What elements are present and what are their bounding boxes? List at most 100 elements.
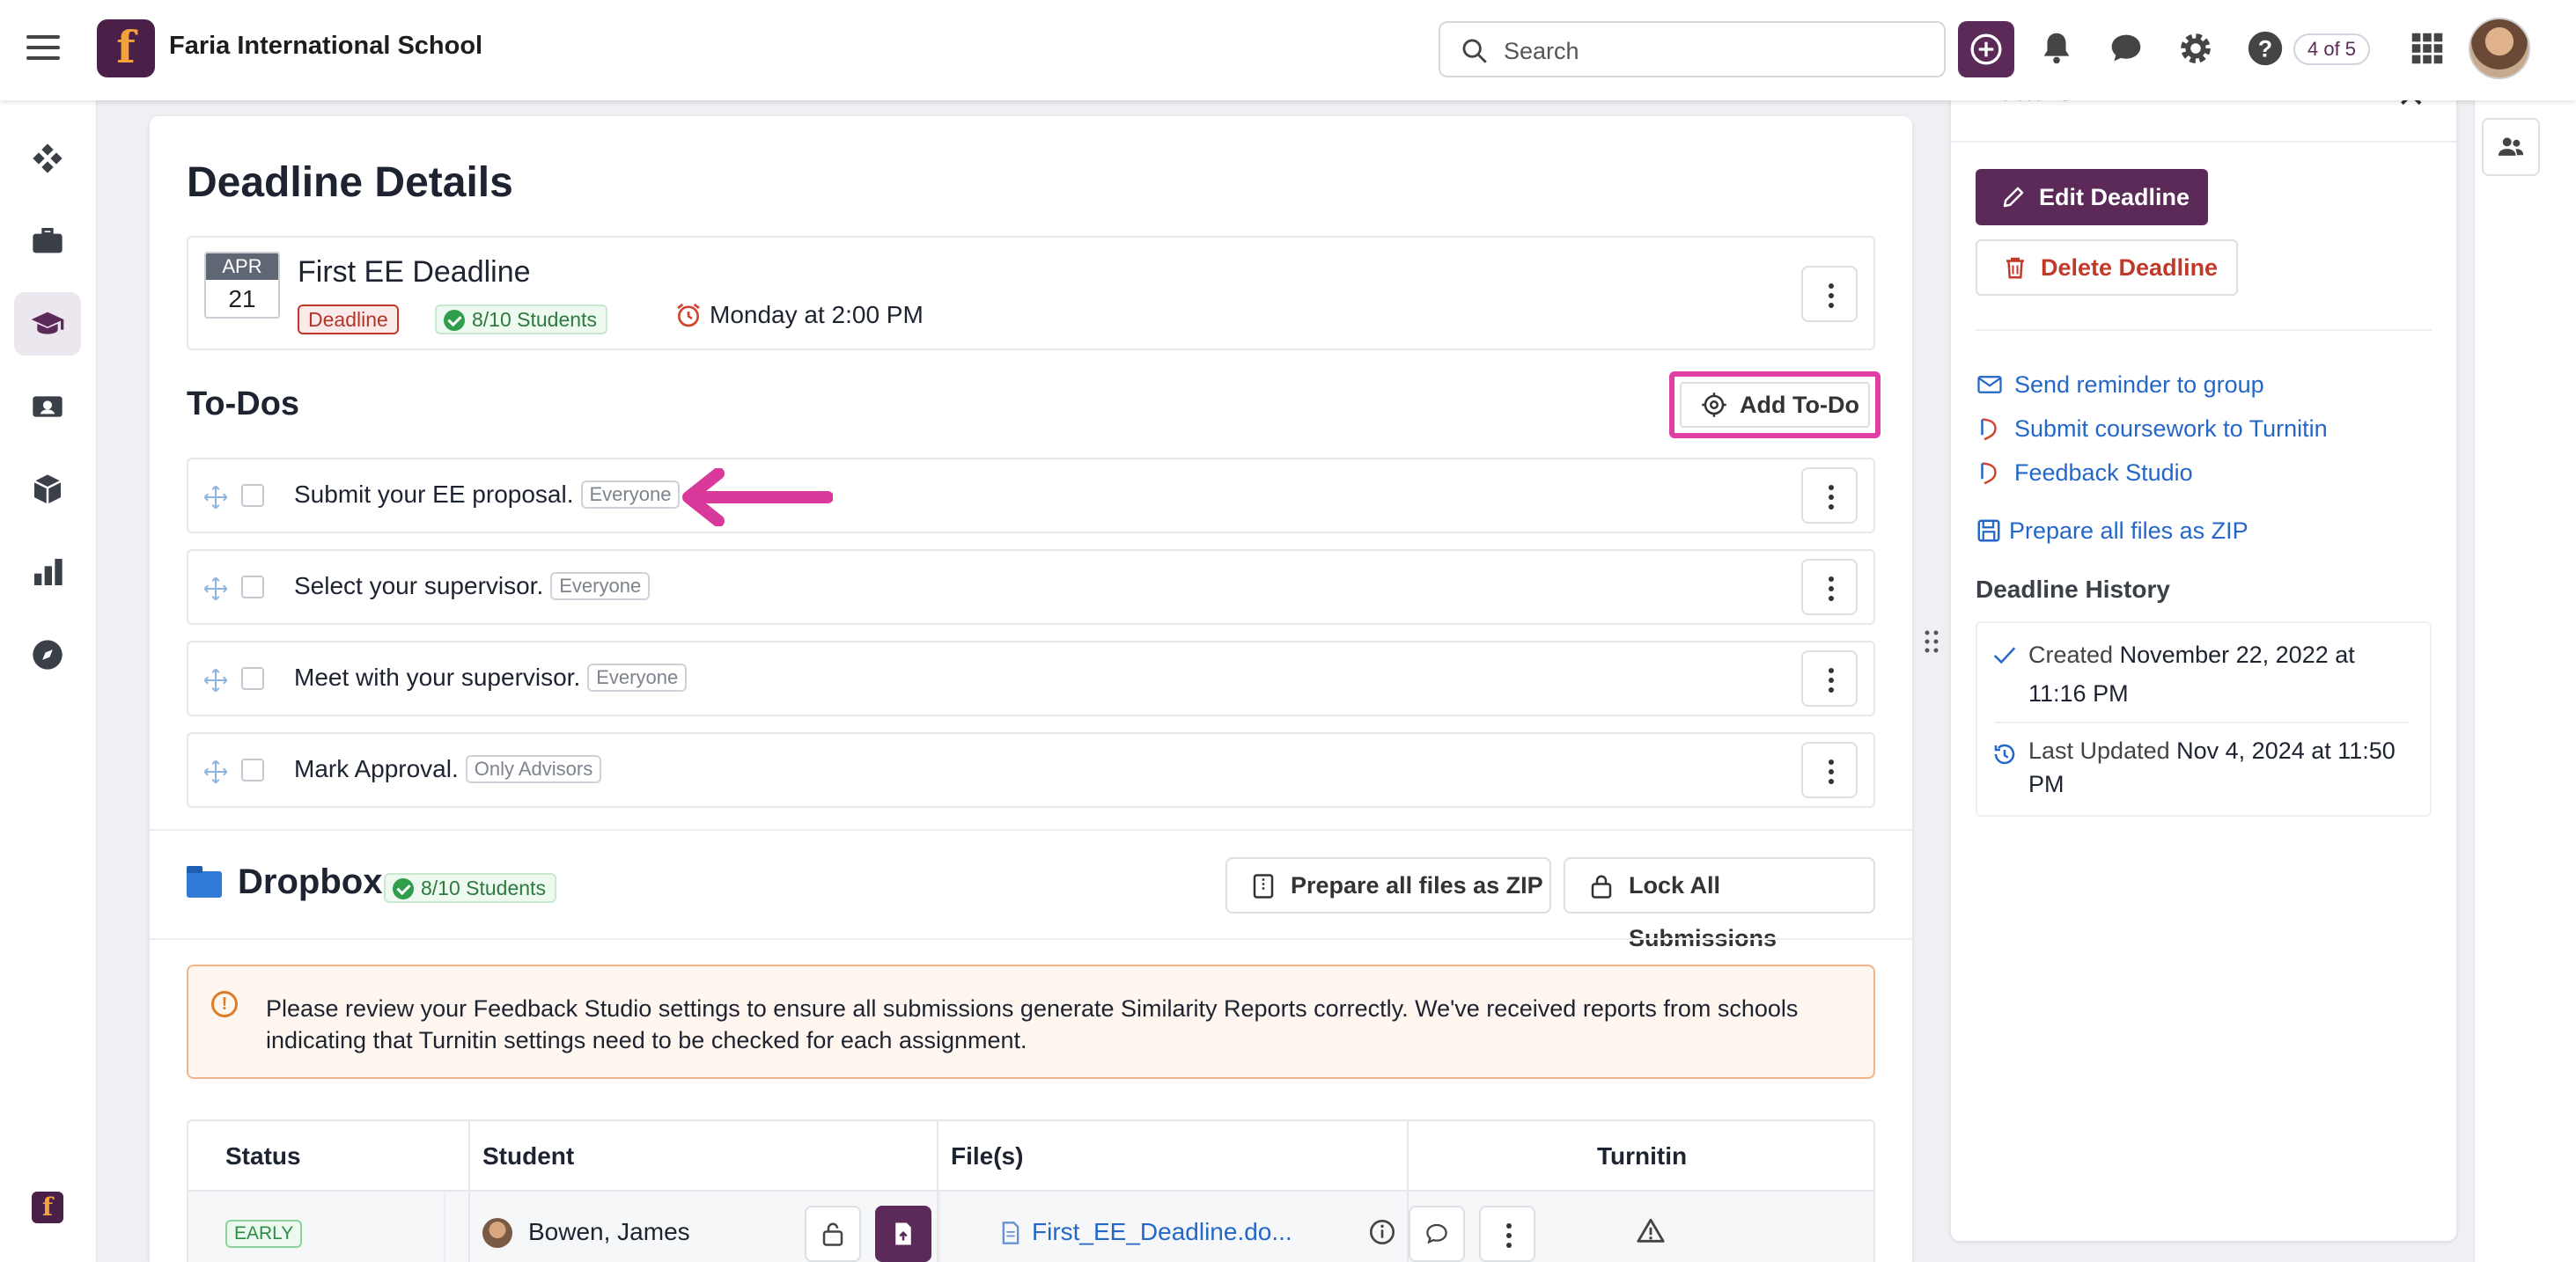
page-counter-badge[interactable]: 4 of 5 <box>2293 33 2371 65</box>
nav-programme[interactable] <box>14 292 81 356</box>
nav-reports[interactable] <box>14 540 81 604</box>
feedback-studio-label: Feedback Studio <box>2014 459 2193 486</box>
compass-icon <box>33 640 63 670</box>
todo-text: Submit your EE proposal. <box>294 481 574 508</box>
help-icon[interactable]: ? <box>2245 28 2285 69</box>
history-created: Created November 22, 2022 at 11:16 PM <box>2028 642 2355 707</box>
delete-deadline-button[interactable]: Delete Deadline <box>1976 239 2238 296</box>
details-panel: Details ✕ Edit Deadline Delete Deadline … <box>1951 70 2456 1241</box>
column-header-student[interactable]: Student <box>482 1142 574 1170</box>
todo-checkbox[interactable] <box>241 667 264 690</box>
todo-text: Mark Approval. <box>294 755 459 782</box>
deadline-history-heading: Deadline History <box>1976 576 2170 603</box>
divider <box>150 829 1912 831</box>
prepare-zip-link[interactable]: Prepare all files as ZIP <box>1976 517 2248 545</box>
status-badge: EARLY <box>225 1220 303 1248</box>
deadline-time-text: Monday at 2:00 PM <box>710 301 924 328</box>
nav-briefcase[interactable] <box>14 209 81 273</box>
nav-id-card[interactable] <box>14 375 81 438</box>
students-completed-text: 8/10 Students <box>472 308 597 331</box>
warning-triangle-icon[interactable] <box>1636 1216 1666 1246</box>
gear-icon[interactable] <box>2175 28 2216 69</box>
warning-circle-icon: ! <box>211 991 238 1017</box>
unlock-icon <box>822 1222 843 1246</box>
todo-more-button[interactable] <box>1801 742 1858 798</box>
nav-explore[interactable] <box>14 623 81 686</box>
add-todo-button[interactable]: Add To-Do <box>1669 371 1880 438</box>
prepare-zip-label: Prepare all files as ZIP <box>1291 872 1543 899</box>
send-reminder-link[interactable]: Send reminder to group <box>1976 371 2264 399</box>
table-row: EARLY Bowen, James First_EE_Deadline.do.… <box>188 1192 1873 1262</box>
search-input[interactable]: Search <box>1439 21 1946 77</box>
lock-icon <box>1591 875 1612 899</box>
student-avatar <box>482 1218 512 1248</box>
apps-grid-icon[interactable] <box>2407 28 2447 69</box>
nav-faria-logo[interactable]: f <box>14 1178 81 1241</box>
submit-turnitin-link[interactable]: Submit coursework to Turnitin <box>1976 415 2328 443</box>
drag-handle-icon[interactable] <box>202 759 229 785</box>
drag-handle-icon[interactable] <box>202 576 229 602</box>
nav-box[interactable] <box>14 458 81 521</box>
drag-handle-icon[interactable] <box>202 667 229 693</box>
unlock-submission-button[interactable] <box>805 1206 861 1262</box>
zip-file-icon <box>1253 874 1274 899</box>
todo-item: Submit your EE proposal. Everyone <box>187 458 1875 533</box>
comment-button[interactable] <box>1409 1206 1465 1262</box>
document-icon <box>1002 1222 1019 1244</box>
column-header-files[interactable]: File(s) <box>951 1142 1023 1170</box>
briefcase-icon <box>33 228 63 253</box>
row-more-button[interactable] <box>1479 1206 1535 1262</box>
edit-deadline-button[interactable]: Edit Deadline <box>1976 169 2208 225</box>
drag-handle-icon[interactable] <box>202 484 229 510</box>
deadline-details-card: Deadline Details APR 21 First EE Deadlin… <box>150 116 1912 1262</box>
school-logo[interactable]: f <box>97 19 155 77</box>
page-title: Deadline Details <box>187 159 513 206</box>
todo-checkbox[interactable] <box>241 576 264 598</box>
chat-icon[interactable] <box>2106 28 2146 69</box>
deadline-time: Monday at 2:00 PM <box>674 301 924 329</box>
turnitin-icon <box>1981 462 1997 485</box>
deadline-type-tag: Deadline <box>298 304 399 334</box>
search-icon <box>1462 39 1487 63</box>
submissions-table: Status Student File(s) Turnitin EARLY Bo… <box>187 1119 1875 1262</box>
prepare-zip-link-label: Prepare all files as ZIP <box>2009 517 2248 544</box>
nav-dashboard[interactable] <box>14 127 81 190</box>
bell-icon[interactable] <box>2036 28 2077 69</box>
bar-chart-icon <box>34 559 63 585</box>
file-upload-icon <box>895 1222 911 1245</box>
dashboard-icon <box>33 143 63 173</box>
deadline-more-button[interactable] <box>1801 266 1858 322</box>
user-avatar[interactable] <box>2469 18 2530 79</box>
hamburger-menu-icon[interactable] <box>26 35 60 62</box>
create-button[interactable] <box>1958 21 2014 77</box>
feedback-studio-link[interactable]: Feedback Studio <box>1976 459 2193 487</box>
dropbox-heading: Dropbox <box>238 862 383 901</box>
deadline-summary: APR 21 First EE Deadline Deadline 8/10 S… <box>187 236 1875 350</box>
column-header-status[interactable]: Status <box>225 1142 301 1170</box>
turnitin-alert: ! Please review your Feedback Studio set… <box>187 965 1875 1079</box>
todo-audience-tag: Everyone <box>587 664 688 692</box>
todo-checkbox[interactable] <box>241 759 264 781</box>
todo-more-button[interactable] <box>1801 559 1858 615</box>
prepare-zip-button[interactable]: Prepare all files as ZIP <box>1225 857 1551 913</box>
lock-all-button[interactable]: Lock All Submissions <box>1564 857 1875 951</box>
upload-file-button[interactable] <box>875 1206 931 1262</box>
add-todo-label: Add To-Do <box>1740 392 1859 418</box>
student-name[interactable]: Bowen, James <box>528 1218 690 1246</box>
folder-icon <box>187 866 222 898</box>
panel-resize-handle[interactable] <box>1923 628 1940 655</box>
left-nav: f <box>0 100 97 1262</box>
todo-checkbox[interactable] <box>241 484 264 507</box>
annotation-arrow <box>682 468 833 526</box>
send-reminder-label: Send reminder to group <box>2014 371 2264 398</box>
todo-more-button[interactable] <box>1801 467 1858 524</box>
info-icon[interactable] <box>1368 1218 1396 1246</box>
submission-file-link[interactable]: First_EE_Deadline.do... <box>998 1218 1292 1246</box>
submission-file-name: First_EE_Deadline.do... <box>1032 1218 1292 1245</box>
todo-audience-tag: Everyone <box>580 481 681 509</box>
column-header-turnitin[interactable]: Turnitin <box>1597 1142 1687 1170</box>
people-icon <box>2498 137 2524 156</box>
edit-deadline-label: Edit Deadline <box>2039 184 2190 210</box>
todo-more-button[interactable] <box>1801 650 1858 707</box>
members-button[interactable] <box>2482 118 2540 176</box>
